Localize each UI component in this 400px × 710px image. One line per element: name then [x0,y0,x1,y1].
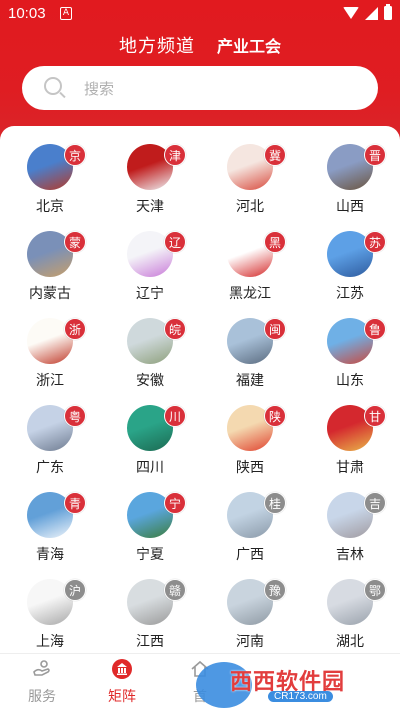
nav-label: 服务 [28,689,56,705]
region-item[interactable]: 川四川 [100,401,200,488]
region-item[interactable]: 鲁山东 [300,314,400,401]
region-item[interactable]: 苏江苏 [300,227,400,314]
region-item[interactable]: 津天津 [100,140,200,227]
region-item[interactable]: 吉吉林 [300,488,400,575]
region-name: 宁夏 [136,547,164,563]
region-item[interactable]: 沪上海 [0,575,100,653]
region-name: 江苏 [336,286,364,302]
search-bar[interactable]: 搜索 [22,66,378,110]
nav-item-matrix[interactable]: 矩阵 [92,658,152,706]
region-item[interactable]: 辽辽宁 [100,227,200,314]
region-abbr-badge: 苏 [364,231,386,253]
region-item[interactable]: 皖安徽 [100,314,200,401]
region-item[interactable]: 粤广东 [0,401,100,488]
wifi-icon [343,7,359,19]
region-abbr-badge: 桂 [264,492,286,514]
region-item[interactable]: 冀河北 [200,140,300,227]
region-name: 浙江 [36,373,64,389]
region-item[interactable]: 青青海 [0,488,100,575]
region-name: 福建 [236,373,264,389]
watermark-url: CR173.com [268,691,333,702]
region-abbr-badge: 青 [64,492,86,514]
region-abbr-badge: 皖 [164,318,186,340]
battery-icon [384,4,392,20]
region-name: 内蒙古 [29,286,71,302]
region-abbr-badge: 赣 [164,579,186,601]
region-item[interactable]: 陕陕西 [200,401,300,488]
region-item[interactable]: 甘甘肃 [300,401,400,488]
region-abbr-badge: 冀 [264,144,286,166]
region-abbr-badge: 黑 [264,231,286,253]
region-abbr-badge: 京 [64,144,86,166]
region-name: 辽宁 [136,286,164,302]
page-title: 地方频道 [118,36,195,57]
region-name: 江西 [136,634,164,650]
region-abbr-badge: 宁 [164,492,186,514]
region-abbr-badge: 蒙 [64,231,86,253]
region-abbr-badge: 闽 [264,318,286,340]
header-title-row: 地方频道 产业工会 [0,32,400,58]
matrix-icon [111,658,133,680]
region-name: 北京 [36,199,64,215]
region-item[interactable]: 豫河南 [200,575,300,653]
search-icon [44,77,62,95]
region-abbr-badge: 浙 [64,318,86,340]
region-name: 河北 [236,199,264,215]
app-notification-icon: A [60,7,72,20]
region-item[interactable]: 鄂湖北 [300,575,400,653]
region-abbr-badge: 沪 [64,579,86,601]
signal-icon [365,6,378,20]
region-item[interactable]: 浙浙江 [0,314,100,401]
region-abbr-badge: 豫 [264,579,286,601]
region-name: 山西 [336,199,364,215]
service-icon [31,658,53,680]
region-abbr-badge: 粤 [64,405,86,427]
region-name: 广西 [236,547,264,563]
region-item[interactable]: 桂广西 [200,488,300,575]
region-name: 青海 [36,547,64,563]
region-name: 河南 [236,634,264,650]
region-name: 湖北 [336,634,364,650]
region-abbr-badge: 鲁 [364,318,386,340]
region-name: 天津 [136,199,164,215]
region-abbr-badge: 陕 [264,405,286,427]
region-name: 四川 [136,460,164,476]
region-item[interactable]: 晋山西 [300,140,400,227]
region-item[interactable]: 宁宁夏 [100,488,200,575]
region-abbr-badge: 晋 [364,144,386,166]
nav-item-service[interactable]: 服务 [12,658,72,706]
status-icons [343,4,392,20]
region-item[interactable]: 黑黑龙江 [200,227,300,314]
region-item[interactable]: 京北京 [0,140,100,227]
region-abbr-badge: 津 [164,144,186,166]
industry-union-tab[interactable]: 产业工会 [217,33,281,57]
region-abbr-badge: 吉 [364,492,386,514]
region-name: 陕西 [236,460,264,476]
region-abbr-badge: 鄂 [364,579,386,601]
region-abbr-badge: 甘 [364,405,386,427]
region-abbr-badge: 川 [164,405,186,427]
region-name: 山东 [336,373,364,389]
status-time: 10:03 [8,5,46,22]
region-name: 黑龙江 [229,286,271,302]
region-name: 广东 [36,460,64,476]
region-panel: 京北京津天津冀河北晋山西蒙内蒙古辽辽宁黑黑龙江苏江苏浙浙江皖安徽闽福建鲁山东粤广… [0,126,400,653]
region-name: 安徽 [136,373,164,389]
region-abbr-badge: 辽 [164,231,186,253]
region-name: 吉林 [336,547,364,563]
region-grid: 京北京津天津冀河北晋山西蒙内蒙古辽辽宁黑黑龙江苏江苏浙浙江皖安徽闽福建鲁山东粤广… [0,140,400,653]
region-name: 甘肃 [336,460,364,476]
watermark-logo: 西西软件园 CR173.com [196,662,396,708]
status-bar: 10:03 A [0,0,400,28]
nav-label: 矩阵 [108,689,136,705]
region-item[interactable]: 蒙内蒙古 [0,227,100,314]
region-name: 上海 [36,634,64,650]
region-item[interactable]: 赣江西 [100,575,200,653]
search-placeholder: 搜索 [84,80,115,98]
region-item[interactable]: 闽福建 [200,314,300,401]
